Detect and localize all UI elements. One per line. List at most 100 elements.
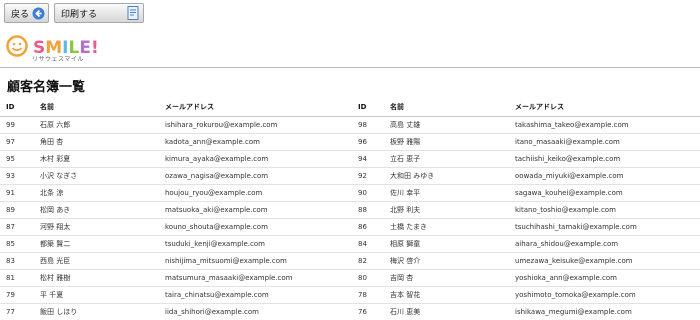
cell-email: kitano_toshio@example.com xyxy=(509,201,700,219)
cell-name: 西島 光臣 xyxy=(34,252,159,270)
cell-email: ishikawa_megumi@example.com xyxy=(509,303,700,320)
cell-email: matsumura_masaaki@example.com xyxy=(159,269,350,287)
cell-id: 84 xyxy=(350,235,384,253)
customer-table-left: ID 名前 メールアドレス 99 石原 六郎 ishihara_rokurou@ex… xyxy=(0,99,350,320)
cell-email: nishijima_mitsuomi@example.com xyxy=(159,252,350,270)
cell-email: sagawa_kouhei@example.com xyxy=(509,184,700,202)
customer-table-right: ID 名前 メールアドレス 98 高島 丈雄 takashima_takeo@exa… xyxy=(350,99,700,320)
cell-name: 吉岡 杏 xyxy=(384,269,509,287)
table-row: 79 平 千夏 taira_chinatsu@example.com xyxy=(0,286,350,304)
cell-email: itano_masaaki@example.com xyxy=(509,133,700,151)
cell-name: 土橋 たまき xyxy=(384,218,509,236)
cell-id: 93 xyxy=(0,167,34,185)
cell-name: 大和田 みゆき xyxy=(384,167,509,185)
cell-name: 松岡 あき xyxy=(34,201,159,219)
cell-id: 86 xyxy=(350,218,384,236)
cell-name: 木村 彩夏 xyxy=(34,150,159,168)
cell-id: 95 xyxy=(0,150,34,168)
cell-id: 99 xyxy=(0,116,34,134)
cell-name: 北野 利夫 xyxy=(384,201,509,219)
table-row: 96 板野 雅陽 itano_masaaki@example.com xyxy=(350,133,700,151)
cell-id: 77 xyxy=(0,303,34,320)
cell-id: 83 xyxy=(0,252,34,270)
cell-id: 88 xyxy=(350,201,384,219)
table-row: 91 北条 涼 houjou_ryou@example.com xyxy=(0,184,350,202)
cell-email: matsuoka_aki@example.com xyxy=(159,201,350,219)
cell-name: 小沢 なぎさ xyxy=(34,167,159,185)
cell-name: 立石 恵子 xyxy=(384,150,509,168)
cell-email: tsuchihashi_tamaki@example.com xyxy=(509,218,700,236)
table-row: 97 角田 杏 kadota_ann@example.com xyxy=(0,133,350,151)
column-header-name: 名前 xyxy=(34,99,159,117)
header-divider xyxy=(0,67,700,68)
cell-email: oowada_miyuki@example.com xyxy=(509,167,700,185)
table-row: 90 佐川 幸平 sagawa_kouhei@example.com xyxy=(350,184,700,202)
cell-name: 石川 恵美 xyxy=(384,303,509,320)
cell-email: yoshioka_ann@example.com xyxy=(509,269,700,287)
cell-email: yoshimoto_tomoka@example.com xyxy=(509,286,700,304)
cell-name: 角田 杏 xyxy=(34,133,159,151)
table-row: 88 北野 利夫 kitano_toshio@example.com xyxy=(350,201,700,219)
cell-id: 80 xyxy=(350,269,384,287)
cell-name: 吉本 智花 xyxy=(384,286,509,304)
cell-email: tsuduki_kenji@example.com xyxy=(159,235,350,253)
cell-email: ishihara_rokurou@example.com xyxy=(159,116,350,134)
cell-id: 78 xyxy=(350,286,384,304)
cell-name: 板野 雅陽 xyxy=(384,133,509,151)
back-button-label: 戻る xyxy=(11,9,30,20)
column-header-id: ID xyxy=(0,99,34,117)
table-row: 99 石原 六郎 ishihara_rokurou@example.com xyxy=(0,116,350,134)
cell-email: houjou_ryou@example.com xyxy=(159,184,350,202)
cell-id: 76 xyxy=(350,303,384,320)
cell-id: 82 xyxy=(350,252,384,270)
cell-id: 79 xyxy=(0,286,34,304)
cell-id: 87 xyxy=(0,218,34,236)
cell-id: 98 xyxy=(350,116,384,134)
cell-email: kouno_shouta@example.com xyxy=(159,218,350,236)
cell-name: 北条 涼 xyxy=(34,184,159,202)
cell-id: 92 xyxy=(350,167,384,185)
table-row: 86 土橋 たまき tsuchihashi_tamaki@example.com xyxy=(350,218,700,236)
table-row: 77 飯田 しほり iida_shihori@example.com xyxy=(0,303,350,320)
cell-name: 石原 六郎 xyxy=(34,116,159,134)
cell-name: 都築 賢二 xyxy=(34,235,159,253)
table-row: 80 吉岡 杏 yoshioka_ann@example.com xyxy=(350,269,700,287)
cell-name: 飯田 しほり xyxy=(34,303,159,320)
cell-email: iida_shihori@example.com xyxy=(159,303,350,320)
table-row: 83 西島 光臣 nishijima_mitsuomi@example.com xyxy=(0,252,350,270)
table-header-row: ID 名前 メールアドレス xyxy=(350,99,700,117)
table-row: 82 梅沢 啓介 umezawa_keisuke@example.com xyxy=(350,252,700,270)
cell-name: 河野 翔太 xyxy=(34,218,159,236)
cell-name: 平 千夏 xyxy=(34,286,159,304)
cell-name: 相原 獅童 xyxy=(384,235,509,253)
cell-id: 81 xyxy=(0,269,34,287)
column-header-email: メールアドレス xyxy=(509,99,700,117)
column-header-id: ID xyxy=(350,99,384,117)
cell-name: 梅沢 啓介 xyxy=(384,252,509,270)
table-row: 84 相原 獅童 aihara_shidou@example.com xyxy=(350,235,700,253)
cell-email: ozawa_nagisa@example.com xyxy=(159,167,350,185)
cell-email: umezawa_keisuke@example.com xyxy=(509,252,700,270)
cell-name: 高島 丈雄 xyxy=(384,116,509,134)
cell-id: 91 xyxy=(0,184,34,202)
cell-email: aihara_shidou@example.com xyxy=(509,235,700,253)
table-row: 93 小沢 なぎさ ozawa_nagisa@example.com xyxy=(0,167,350,185)
table-row: 92 大和田 みゆき oowada_miyuki@example.com xyxy=(350,167,700,185)
cell-id: 90 xyxy=(350,184,384,202)
back-button[interactable]: 戻る xyxy=(4,3,49,23)
table-row: 78 吉本 智花 yoshimoto_tomoka@example.com xyxy=(350,286,700,304)
cell-id: 85 xyxy=(0,235,34,253)
table-header-row: ID 名前 メールアドレス xyxy=(0,99,350,117)
print-button[interactable]: 印刷する xyxy=(54,3,144,23)
cell-id: 97 xyxy=(0,133,34,151)
cell-email: taira_chinatsu@example.com xyxy=(159,286,350,304)
cell-email: kadota_ann@example.com xyxy=(159,133,350,151)
table-row: 81 松村 雅樹 matsumura_masaaki@example.com xyxy=(0,269,350,287)
toolbar: 戻る 印刷する xyxy=(4,3,144,23)
cell-name: 佐川 幸平 xyxy=(384,184,509,202)
back-arrow-icon xyxy=(31,6,45,20)
cell-id: 96 xyxy=(350,133,384,151)
cell-id: 89 xyxy=(0,201,34,219)
print-document-icon xyxy=(126,6,140,20)
table-row: 87 河野 翔太 kouno_shouta@example.com xyxy=(0,218,350,236)
